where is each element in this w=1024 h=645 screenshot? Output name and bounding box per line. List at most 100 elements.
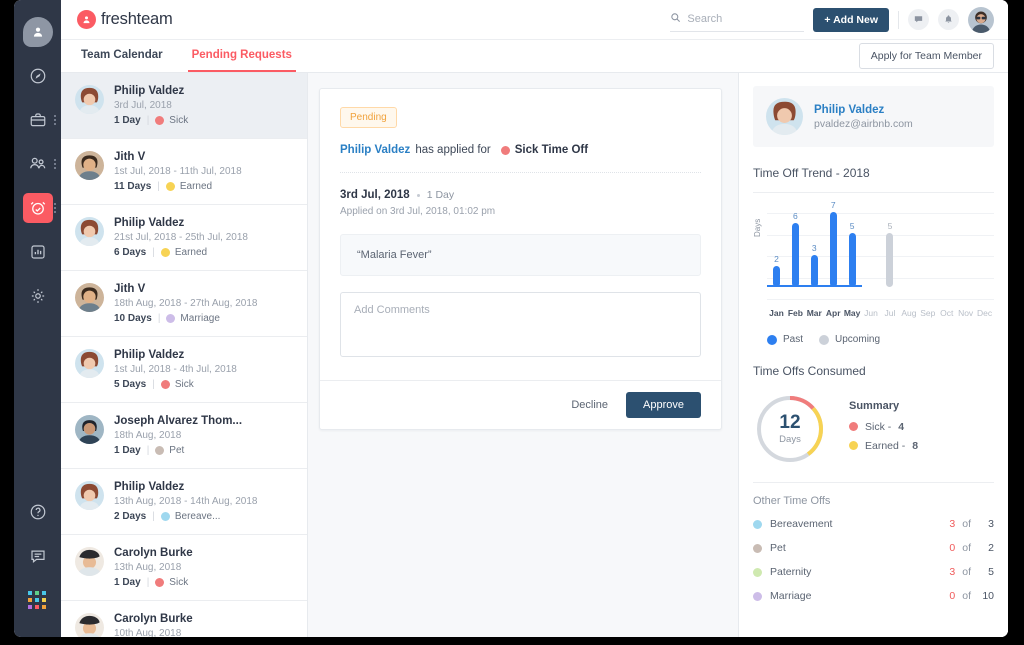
request-employee-name: Philip Valdez [114, 85, 295, 97]
time-off-trend-chart: Days 263755 [753, 201, 994, 303]
request-employee-name: Jith V [114, 283, 295, 295]
bell-icon[interactable] [938, 9, 959, 30]
sidebar-item-profile[interactable] [14, 11, 61, 52]
sidebar-item-help[interactable] [14, 491, 61, 532]
leave-type-color-dot [753, 544, 762, 553]
sidebar-item-employees[interactable] [14, 143, 61, 184]
meta-separator: | [152, 247, 155, 258]
chart-x-tick: Jan [769, 308, 784, 318]
request-employee-name: Philip Valdez [114, 217, 295, 229]
other-time-off-label: Marriage [770, 590, 811, 602]
list-item[interactable]: Jith V 1st Jul, 2018 - 11th Jul, 2018 11… [61, 139, 307, 205]
summary-value: 4 [898, 421, 904, 433]
list-item[interactable]: Joseph Alvarez Thom... 18th Aug, 2018 1 … [61, 403, 307, 469]
bullet-separator-icon [417, 194, 420, 197]
chart-x-tick: Dec [977, 308, 992, 318]
leave-type-color-dot [161, 380, 170, 389]
request-employee-name: Jith V [114, 151, 295, 163]
approve-button[interactable]: Approve [626, 392, 701, 418]
list-item[interactable]: Jith V 18th Aug, 2018 - 27th Aug, 2018 1… [61, 271, 307, 337]
sidebar-item-feedback[interactable] [14, 535, 61, 576]
summary-title: Summary [849, 400, 918, 412]
avatar [75, 481, 104, 510]
sidebar-item-reports[interactable] [14, 231, 61, 272]
request-detail-content: Pending Philip Valdez has applied for Si… [320, 89, 721, 380]
request-info: Philip Valdez 1st Jul, 2018 - 4th Jul, 2… [114, 349, 295, 390]
chart-x-tick: Feb [788, 308, 803, 318]
applicant-link[interactable]: Philip Valdez [340, 144, 410, 156]
decline-button[interactable]: Decline [567, 393, 612, 417]
sidebar-item-time-off[interactable] [14, 187, 61, 228]
legend-label: Past [783, 334, 803, 345]
avatar [75, 217, 104, 246]
employees-more-dots[interactable] [54, 159, 56, 169]
top-bar-right: + Add New [670, 7, 994, 33]
request-leave-type: Marriage [180, 313, 219, 324]
chart-bar [792, 223, 799, 288]
list-item[interactable]: Philip Valdez 1st Jul, 2018 - 4th Jul, 2… [61, 337, 307, 403]
chat-icon[interactable] [908, 9, 929, 30]
trend-divider [753, 192, 994, 193]
avatar [75, 151, 104, 180]
tab-team-calendar[interactable]: Team Calendar [77, 40, 167, 72]
request-days: 6 Days [114, 247, 146, 258]
other-time-off-used: 0 [927, 542, 955, 554]
tab-pending-requests[interactable]: Pending Requests [188, 40, 296, 72]
consumed-summary-row: 12 Days Summary Sick - 4 Earned - 8 [753, 392, 994, 466]
request-days: 2 Days [114, 511, 146, 522]
meta-separator: | [157, 181, 160, 192]
request-leave-type: Earned [175, 247, 207, 258]
other-time-off-label: Paternity [770, 566, 811, 578]
avatar [75, 283, 104, 312]
legend-color-dot [767, 335, 777, 345]
search-input[interactable] [687, 13, 804, 25]
sidebar-item-apps[interactable] [14, 579, 61, 620]
list-item[interactable]: Philip Valdez 13th Aug, 2018 - 14th Aug,… [61, 469, 307, 535]
pending-request-list[interactable]: Philip Valdez 3rd Jul, 2018 1 Day | Sick… [61, 73, 308, 637]
apply-for-team-member-button[interactable]: Apply for Team Member [859, 43, 994, 69]
rail-top-group [14, 0, 61, 316]
chart-bar [773, 266, 780, 288]
add-comments-input[interactable] [340, 292, 701, 357]
other-time-off-of: of [962, 590, 971, 602]
search-box[interactable] [670, 8, 804, 32]
leave-type-color-dot [501, 146, 510, 155]
list-item[interactable]: Carolyn Burke 13th Aug, 2018 1 Day | Sic… [61, 535, 307, 601]
request-days: 5 Days [114, 379, 146, 390]
app-logo-text: freshteam [101, 10, 173, 29]
sidebar-item-jobs[interactable] [14, 99, 61, 140]
list-item[interactable]: Philip Valdez 21st Jul, 2018 - 25th Jul,… [61, 205, 307, 271]
jobs-more-dots[interactable] [54, 115, 56, 125]
time-off-more-dots[interactable] [54, 203, 56, 213]
grid-apps-icon [28, 591, 48, 609]
request-meta: 1 Day | Sick [114, 115, 295, 126]
leave-type-color-dot [161, 512, 170, 521]
add-new-button[interactable]: + Add New [813, 8, 889, 32]
list-item[interactable]: Philip Valdez 3rd Jul, 2018 1 Day | Sick [61, 73, 307, 139]
legend-label: Upcoming [835, 334, 880, 345]
chart-bar-value: 5 [888, 221, 893, 231]
other-time-off-of: of [962, 566, 971, 578]
user-avatar[interactable] [968, 7, 994, 33]
sidebar-item-dashboard[interactable] [14, 55, 61, 96]
summary-item: Earned - 8 [849, 440, 918, 452]
user-avatar-icon [23, 17, 53, 47]
request-detail-column: Pending Philip Valdez has applied for Si… [308, 73, 738, 637]
request-date-range: 10th Aug, 2018 [114, 628, 295, 637]
meta-separator: | [147, 577, 150, 588]
leave-type-label: Sick Time Off [515, 144, 588, 156]
chart-bar [830, 212, 837, 287]
request-days: 10 Days [114, 313, 152, 324]
other-time-offs-divider [753, 482, 994, 483]
request-meta: 1 Day | Sick [114, 577, 295, 588]
list-item[interactable]: Carolyn Burke 10th Aug, 2018 1 Day | Sic… [61, 601, 307, 637]
request-info: Jith V 1st Jul, 2018 - 11th Jul, 2018 11… [114, 151, 295, 192]
other-time-off-label: Bereavement [770, 518, 832, 530]
employee-name[interactable]: Philip Valdez [814, 104, 913, 116]
app-logo[interactable]: freshteam [77, 10, 173, 29]
request-detail-card: Pending Philip Valdez has applied for Si… [319, 88, 722, 430]
people-icon [23, 149, 53, 179]
sidebar-item-settings[interactable] [14, 275, 61, 316]
other-time-offs-list: Bereavement 3 of 3 Pet 0 of 2 Paternity [753, 518, 994, 602]
toolbar-divider [898, 11, 899, 29]
